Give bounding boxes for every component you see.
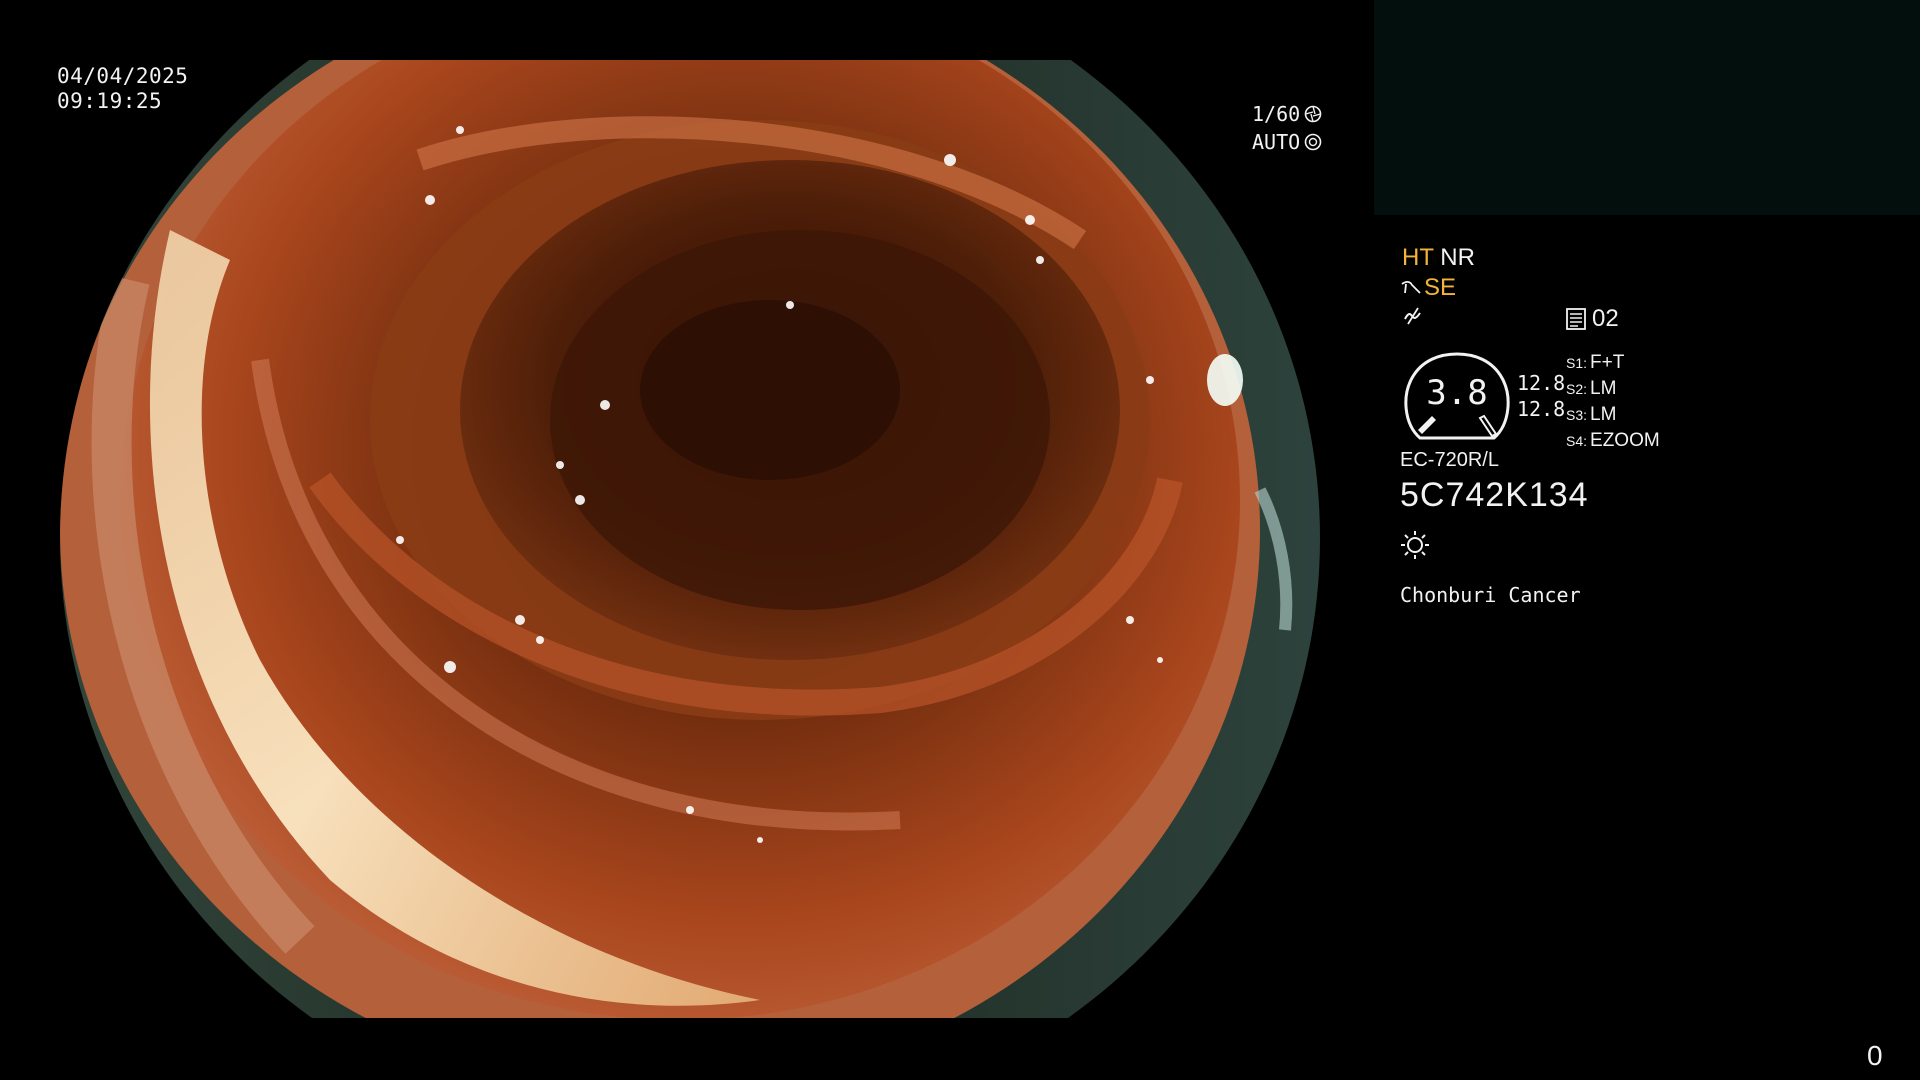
memory-line: 02 [1566,305,1619,333]
secondary-image-panel [1374,0,1920,215]
switch-list: S1: F+T S2: LM S3: LM S4: EZOOM [1566,350,1660,454]
se-mode-icon [1401,280,1421,294]
zoom-upper: 12.8 [1517,371,1566,395]
date-text: 04/04/2025 [57,64,189,88]
ht-label: HT [1402,244,1434,271]
colon-lumen-image [60,60,1320,1018]
memory-icon [1566,308,1586,330]
light-source-icon [1401,531,1429,559]
hospital-name: Chonburi Cancer [1400,583,1581,607]
iris-icon [1304,133,1322,151]
zoom-readouts: 12.8 12.8 [1517,370,1565,422]
endoscope-view [0,60,1390,1018]
zoom-lower: 12.8 [1517,397,1566,421]
enhancement-line: HT NR [1402,244,1475,272]
switch-item: S3: LM [1566,404,1617,425]
date-time: 04/04/2025 09:19:25 [57,64,188,114]
frame-counter: 0 [1867,1040,1883,1071]
scope-serial: 5C742K134 [1400,476,1589,514]
exposure-info: 1/60 AUTO [1252,100,1322,156]
switch-item: S4: EZOOM [1566,430,1660,451]
se-line: SE [1400,274,1456,302]
scope-model: EC-720R/L [1400,449,1499,471]
zoom-value: 3.8 [1426,373,1488,413]
switch-item: S1: F+T [1566,352,1625,373]
memory-label: 02 [1592,305,1619,332]
nr-label: NR [1440,244,1475,271]
iris-mode: AUTO [1252,130,1301,154]
switch-item: S2: LM [1566,378,1617,399]
noise-reduction-icon [1402,305,1424,333]
time-text: 09:19:25 [57,89,163,113]
se-label: SE [1424,274,1457,301]
shutter-icon [1304,105,1322,123]
shutter-speed: 1/60 [1252,102,1301,126]
